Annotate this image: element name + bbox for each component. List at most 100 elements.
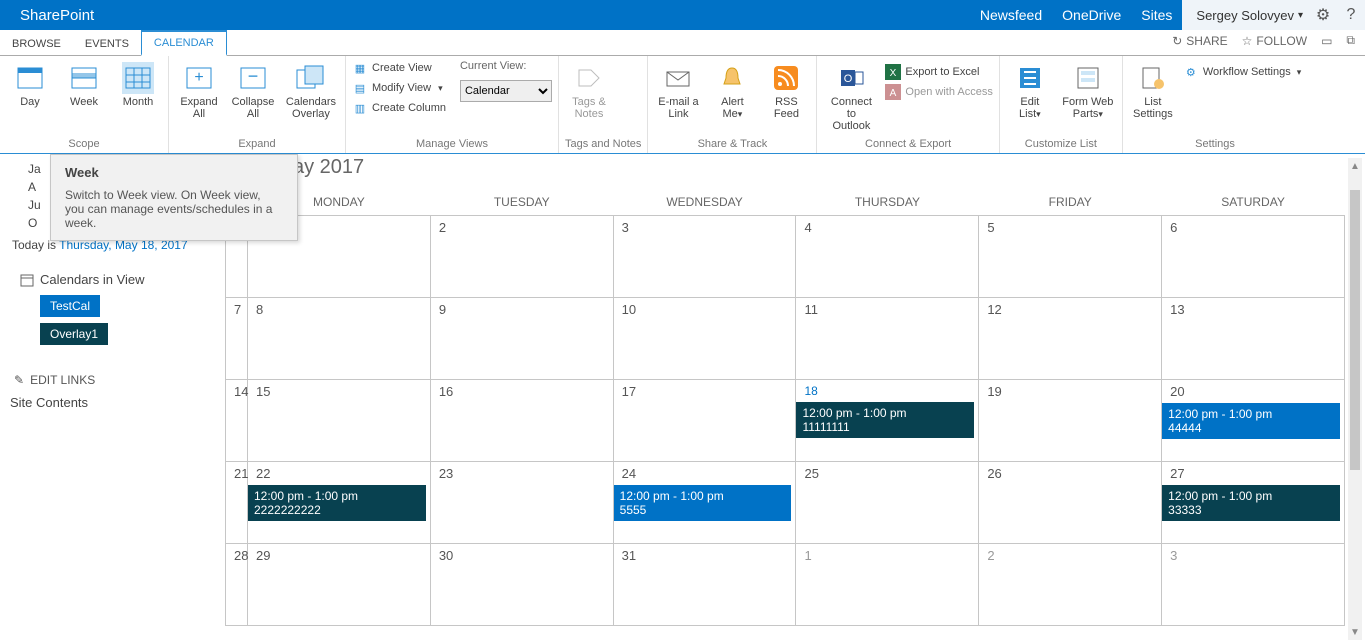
export-excel-button[interactable]: XExport to Excel xyxy=(885,64,992,80)
col-saturday: SATURDAY xyxy=(1162,189,1345,216)
calendar-area: ay 2017 MONDAY TUESDAY WEDNESDAY THURSDA… xyxy=(225,154,1365,626)
tags-notes-button[interactable]: Tags & Notes xyxy=(565,60,613,122)
user-menu[interactable]: Sergey Solovyev▾ xyxy=(1182,0,1309,30)
calendar-cell[interactable]: 28 xyxy=(226,544,248,626)
calendar-badge-overlay1[interactable]: Overlay1 xyxy=(40,323,108,345)
create-view-icon: ▦ xyxy=(352,60,368,76)
calendar-cell[interactable]: 4 xyxy=(796,216,979,298)
workflow-settings-button[interactable]: ⚙Workflow Settings▾ xyxy=(1183,64,1301,80)
outlook-icon: O xyxy=(835,62,867,94)
connect-outlook-button[interactable]: O Connect to Outlook xyxy=(823,60,879,134)
calendar-cell[interactable]: 11 xyxy=(796,298,979,380)
open-access-button[interactable]: AOpen with Access xyxy=(885,84,992,100)
brand-label: SharePoint xyxy=(0,7,114,24)
pencil-icon: ✎ xyxy=(14,373,24,387)
follow-button[interactable]: ☆FOLLOW xyxy=(1242,34,1307,48)
calendar-cell[interactable]: 2 xyxy=(430,216,613,298)
email-link-button[interactable]: E-mail a Link xyxy=(654,60,702,122)
create-view-button[interactable]: ▦Create View xyxy=(352,60,446,76)
day-icon xyxy=(14,62,46,94)
sites-link[interactable]: Sites xyxy=(1131,7,1182,23)
calendar-badge-testcal[interactable]: TestCal xyxy=(40,295,100,317)
tab-events[interactable]: EVENTS xyxy=(73,33,141,55)
calendar-event[interactable]: 12:00 pm - 1:00 pm5555 xyxy=(614,485,792,521)
calendar-event[interactable]: 12:00 pm - 1:00 pm11111111 xyxy=(796,402,974,438)
calendar-cell[interactable]: 7 xyxy=(226,298,248,380)
calendar-cell[interactable]: 2212:00 pm - 1:00 pm2222222222 xyxy=(248,462,431,544)
fullpage-icon[interactable]: ⧉ xyxy=(1346,33,1355,48)
calendar-cell[interactable]: 2412:00 pm - 1:00 pm5555 xyxy=(613,462,796,544)
group-scope: Day Week Month Scope xyxy=(0,56,169,153)
svg-text:A: A xyxy=(890,88,897,99)
calendar-cell[interactable]: 21 xyxy=(226,462,248,544)
calendar-cell[interactable]: 3 xyxy=(613,216,796,298)
edit-list-icon xyxy=(1014,62,1046,94)
calendar-cell[interactable]: 25 xyxy=(796,462,979,544)
share-button[interactable]: ↻SHARE xyxy=(1172,34,1227,48)
edit-list-button[interactable]: Edit List▾ xyxy=(1006,60,1054,122)
focus-icon[interactable]: ▭ xyxy=(1321,34,1332,48)
calendar-cell[interactable]: 19 xyxy=(979,380,1162,462)
collapse-all-button[interactable]: − Collapse All xyxy=(229,60,277,122)
calendar-cell[interactable]: 1 xyxy=(796,544,979,626)
scroll-down-icon[interactable]: ▼ xyxy=(1348,624,1362,640)
calendar-cell[interactable]: 31 xyxy=(613,544,796,626)
day-button[interactable]: Day xyxy=(6,60,54,110)
calendar-cell[interactable]: 13 xyxy=(1162,298,1345,380)
tab-calendar[interactable]: CALENDAR xyxy=(141,30,227,56)
calendar-cell[interactable]: 12 xyxy=(979,298,1162,380)
svg-text:−: − xyxy=(248,66,259,86)
alert-me-button[interactable]: Alert Me▾ xyxy=(708,60,756,122)
calendar-cell[interactable]: 2 xyxy=(979,544,1162,626)
rss-feed-button[interactable]: RSS Feed xyxy=(762,60,810,122)
calendar-cell[interactable]: 14 xyxy=(226,380,248,462)
calendar-cell[interactable]: 2712:00 pm - 1:00 pm33333 xyxy=(1162,462,1345,544)
vertical-scrollbar[interactable]: ▲ ▼ xyxy=(1348,158,1362,608)
svg-text:O: O xyxy=(844,73,853,85)
tab-browse[interactable]: BROWSE xyxy=(0,33,73,55)
col-wednesday: WEDNESDAY xyxy=(613,189,796,216)
gear-icon[interactable]: ⚙ xyxy=(1309,0,1337,30)
modify-view-button[interactable]: ▤Modify View▾ xyxy=(352,80,446,96)
help-icon[interactable]: ? xyxy=(1337,0,1365,30)
calendar-cell[interactable]: 1812:00 pm - 1:00 pm11111111 xyxy=(796,380,979,462)
week-tooltip: Week Switch to Week view. On Week view, … xyxy=(50,154,298,241)
calendar-event[interactable]: 12:00 pm - 1:00 pm33333 xyxy=(1162,485,1340,521)
bell-icon xyxy=(716,62,748,94)
create-column-icon: ▥ xyxy=(352,100,368,116)
calendar-cell[interactable]: 2012:00 pm - 1:00 pm44444 xyxy=(1162,380,1345,462)
scroll-up-icon[interactable]: ▲ xyxy=(1348,158,1362,174)
scroll-thumb[interactable] xyxy=(1350,190,1360,470)
list-settings-button[interactable]: List Settings xyxy=(1129,60,1177,122)
onedrive-link[interactable]: OneDrive xyxy=(1052,7,1131,23)
site-contents-link[interactable]: Site Contents xyxy=(10,395,215,410)
calendar-cell[interactable]: 30 xyxy=(430,544,613,626)
calendar-cell[interactable]: 17 xyxy=(613,380,796,462)
calendar-cell[interactable]: 26 xyxy=(979,462,1162,544)
calendars-overlay-button[interactable]: Calendars Overlay xyxy=(283,60,339,122)
calendar-event[interactable]: 12:00 pm - 1:00 pm2222222222 xyxy=(248,485,426,521)
calendar-grid: MONDAY TUESDAY WEDNESDAY THURSDAY FRIDAY… xyxy=(225,189,1345,626)
week-button[interactable]: Week xyxy=(60,60,108,110)
group-share-track: E-mail a Link Alert Me▾ RSS Feed Share &… xyxy=(648,56,817,153)
edit-links[interactable]: ✎EDIT LINKS xyxy=(10,351,215,395)
calendar-event[interactable]: 12:00 pm - 1:00 pm44444 xyxy=(1162,403,1340,439)
calendar-cell[interactable]: 10 xyxy=(613,298,796,380)
month-button[interactable]: Month xyxy=(114,60,162,110)
newsfeed-link[interactable]: Newsfeed xyxy=(970,7,1052,23)
calendar-cell[interactable]: 5 xyxy=(979,216,1162,298)
calendar-cell[interactable]: 9 xyxy=(430,298,613,380)
calendar-cell[interactable]: 23 xyxy=(430,462,613,544)
calendar-cell[interactable]: 6 xyxy=(1162,216,1345,298)
calendar-cell[interactable]: 15 xyxy=(248,380,431,462)
calendar-icon xyxy=(20,273,34,287)
calendar-cell[interactable]: 16 xyxy=(430,380,613,462)
suite-bar: SharePoint Newsfeed OneDrive Sites Serge… xyxy=(0,0,1365,30)
calendar-cell[interactable]: 29 xyxy=(248,544,431,626)
expand-all-button[interactable]: + Expand All xyxy=(175,60,223,122)
form-web-parts-button[interactable]: Form Web Parts▾ xyxy=(1060,60,1116,122)
calendar-cell[interactable]: 8 xyxy=(248,298,431,380)
calendar-cell[interactable]: 3 xyxy=(1162,544,1345,626)
create-column-button[interactable]: ▥Create Column xyxy=(352,100,446,116)
current-view-select[interactable]: Calendar xyxy=(460,80,552,102)
